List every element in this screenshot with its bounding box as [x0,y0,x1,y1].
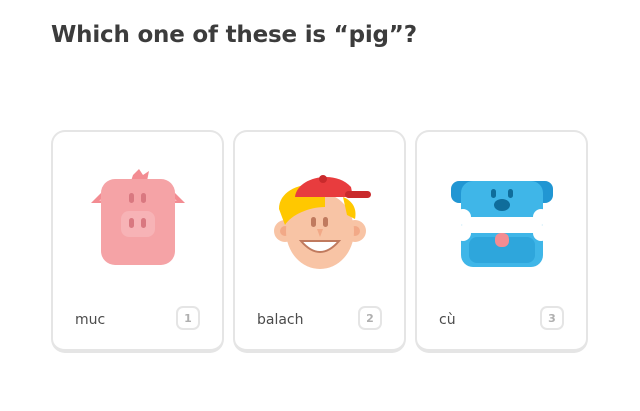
choice-key-hint: 2 [358,306,382,330]
choice-word: balach [257,312,304,328]
dog-icon [447,167,557,277]
choice-key-hint: 1 [176,306,200,330]
choice-word: muc [75,312,106,328]
choice-key-hint: 3 [540,306,564,330]
boy-icon [265,167,375,277]
choice-card-muc[interactable]: muc 1 [51,130,224,353]
choice-list: muc 1 balach 2 cù 3 [51,130,588,353]
choice-card-balach[interactable]: balach 2 [233,130,406,353]
choice-card-cu[interactable]: cù 3 [415,130,588,353]
pig-icon [83,167,193,277]
choice-word: cù [439,312,456,328]
challenge-prompt: Which one of these is “pig”? [51,22,417,48]
